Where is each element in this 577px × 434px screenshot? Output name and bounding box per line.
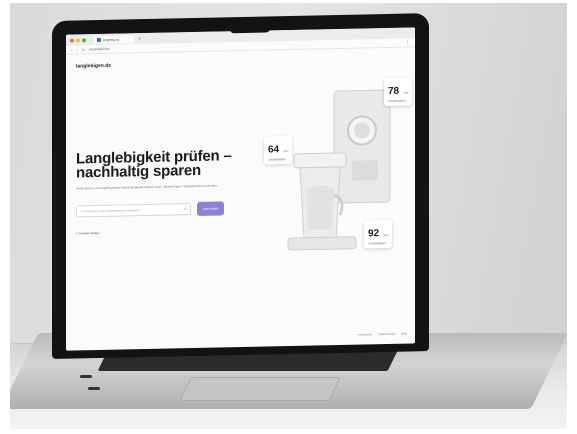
report-product-link[interactable]: + Produkt melden [76, 231, 100, 235]
hero-title: Langlebigkeit prüfen – nachhaltig sparen [76, 147, 232, 182]
score-value: 78 [388, 85, 400, 97]
hero-subtitle: Finde heraus, wie langlebig deine Hausha… [76, 183, 218, 191]
site-footer: Impressum Datenschutz FAQ [357, 332, 407, 337]
back-icon[interactable]: ‹ [71, 47, 72, 52]
score-badge: 64 von Langlebigkeit [264, 135, 293, 165]
forward-icon[interactable]: › [76, 47, 77, 52]
new-tab-button[interactable]: + [138, 36, 141, 42]
score-badge: 92 von Langlebigkeit [364, 219, 393, 249]
score-badge: 78 von Langlebigkeit [384, 77, 413, 107]
score-label: Langlebigkeit [388, 98, 406, 103]
footer-link-faq[interactable]: FAQ [401, 332, 407, 336]
reload-icon[interactable]: ⟳ [82, 47, 85, 52]
score-unit: von [283, 149, 289, 154]
score-unit: von [383, 232, 389, 238]
score-label: Langlebigkeit [368, 241, 386, 246]
browser-tab[interactable]: langlebig.eu [94, 34, 134, 44]
laptop-lid: langlebig.eu + ‹ › ⟳ langlebigkeit.de ⋮ … [52, 13, 429, 360]
url-field[interactable]: langlebigkeit.de [89, 47, 110, 51]
score-value: 64 [268, 144, 280, 156]
tab-title: langlebig.eu [103, 37, 120, 42]
laptop-screen: langlebig.eu + ‹ › ⟳ langlebigkeit.de ⋮ … [66, 27, 415, 351]
score-label: Langlebigkeit [268, 157, 286, 162]
site-logo[interactable]: langlebigen.de [76, 63, 111, 70]
usb-port [80, 375, 92, 378]
footer-link-impressum[interactable]: Impressum [357, 332, 372, 336]
footer-link-datenschutz[interactable]: Datenschutz [378, 332, 395, 336]
search-icon[interactable]: ⌕ [184, 206, 187, 212]
washing-machine-icon [333, 89, 391, 204]
close-window-icon[interactable] [70, 38, 74, 43]
usb-port [88, 387, 100, 390]
score-unit: von [403, 90, 409, 95]
score-value: 92 [368, 228, 380, 240]
maximize-window-icon[interactable] [82, 37, 86, 42]
minimize-window-icon[interactable] [76, 37, 80, 42]
check-button[interactable]: Jetzt prüfen [197, 201, 224, 216]
photo-scene: langlebig.eu + ‹ › ⟳ langlebigkeit.de ⋮ … [10, 3, 567, 429]
product-search-input[interactable]: Produktname oder Modellnummer eingeben [76, 203, 191, 218]
favicon-icon [97, 37, 101, 42]
browser-menu-icon[interactable]: ⋮ [405, 40, 410, 46]
camera-notch [230, 22, 270, 34]
laptop-trackpad [179, 377, 341, 401]
